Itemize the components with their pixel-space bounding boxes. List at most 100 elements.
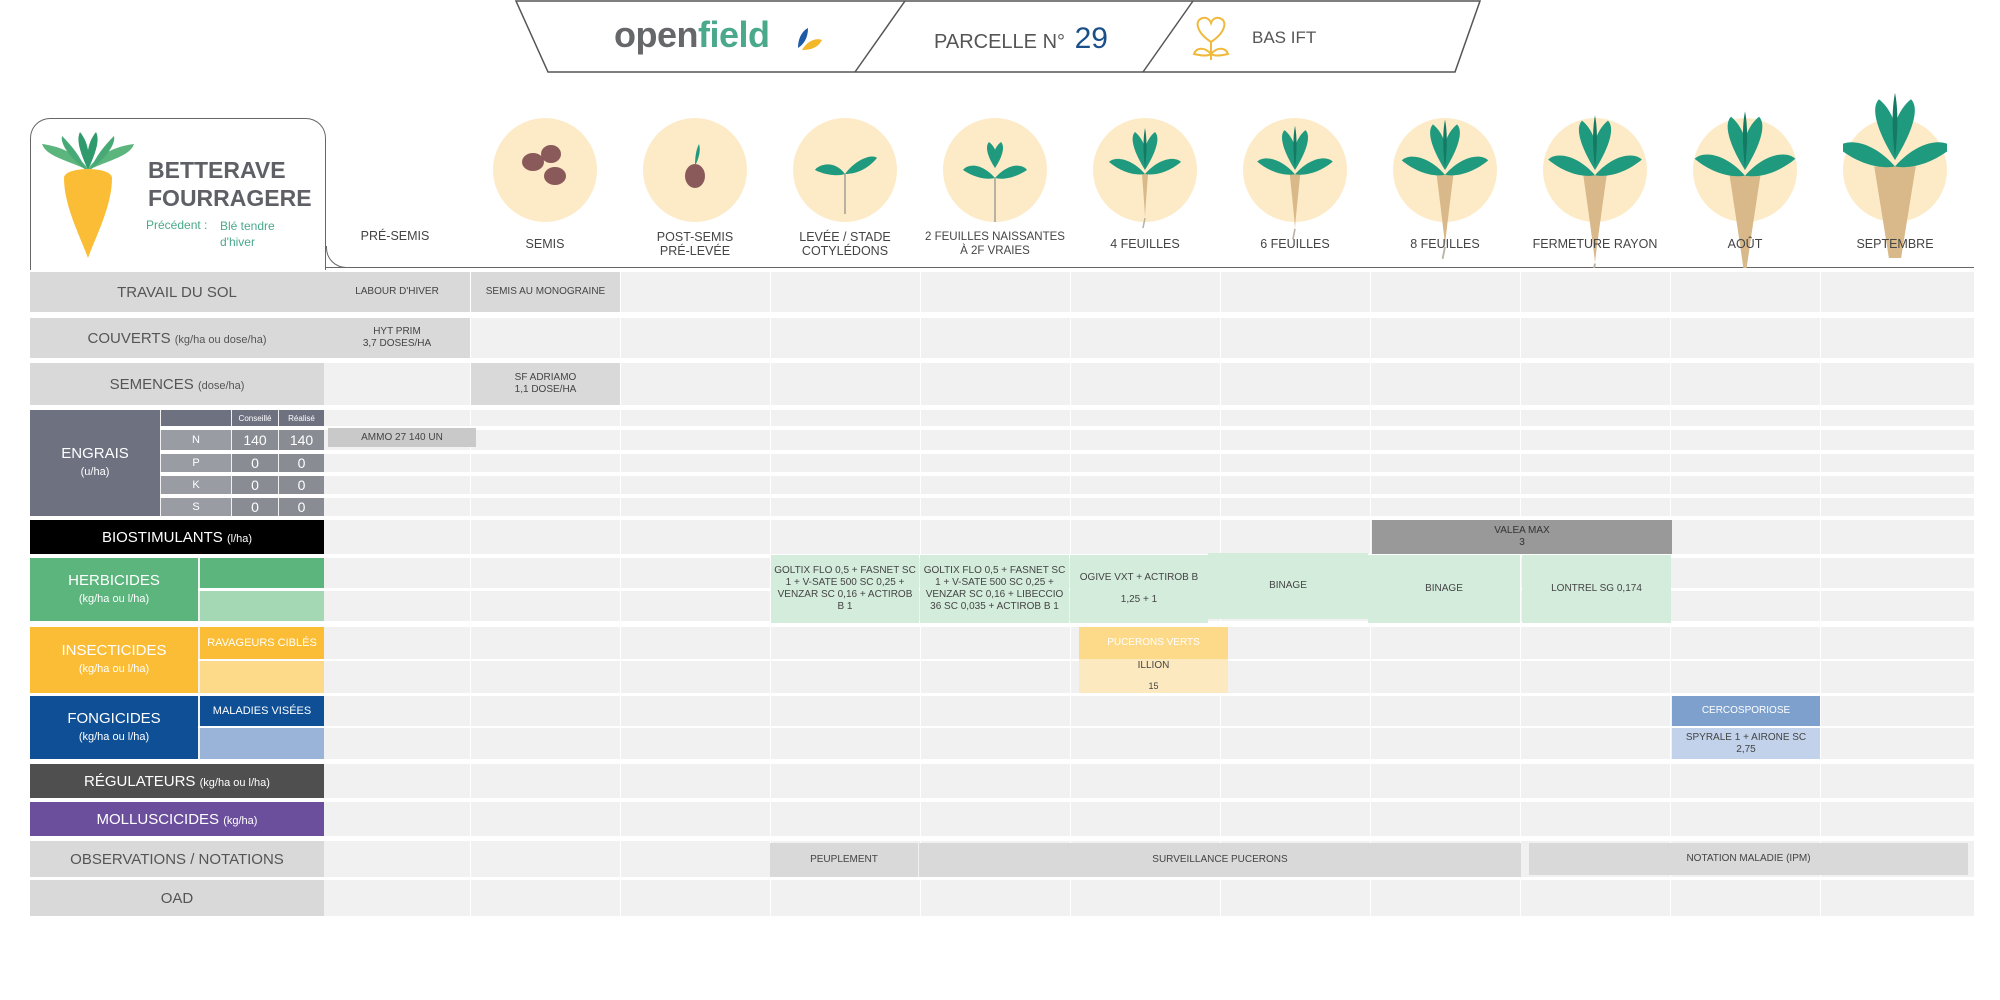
entry-spyrale: SPYRALE 1 + AIRONE SC 2,75 [1672, 728, 1820, 759]
entry-peuplement: PEUPLEMENT [770, 843, 918, 877]
crop-name-line2: FOURRAGERE [148, 185, 312, 211]
engrais-col-realise: Réalisé [279, 410, 324, 426]
herbicides-sub-2 [200, 591, 324, 621]
engrais-nutrient: S [161, 498, 231, 516]
stage-label: 6 FEUILLES [1260, 237, 1330, 251]
engrais-nutrient: N [161, 430, 231, 450]
insecticides-sub-2 [200, 661, 324, 693]
herbicides-sub-1 [200, 558, 324, 588]
label-semences-unit: (dose/ha) [197, 379, 245, 392]
label-oad: OAD [30, 880, 324, 916]
crop-precedent-value: Blé tendre d'hiver [220, 218, 275, 250]
label-insecticides-text: INSECTICIDES [61, 642, 167, 659]
label-molluscicides-text: MOLLUSCICIDES [96, 810, 220, 828]
label-molluscicides-unit: (kg/ha) [223, 814, 258, 827]
stage-label: 8 FEUILLES [1410, 237, 1480, 251]
stage-label: SEPTEMBRE [1856, 237, 1934, 251]
entry-valea-2: 3 [1519, 537, 1525, 548]
label-travail: TRAVAIL DU SOL [30, 272, 324, 312]
precedent-value-line2: d'hiver [220, 235, 255, 249]
entry-cercosporiose: CERCOSPORIOSE [1672, 696, 1820, 726]
fongicides-target-label: MALADIES VISÉES [200, 696, 324, 726]
entry-surveillance: SURVEILLANCE PUCERONS [919, 843, 1521, 877]
label-herbicides-unit: (kg/ha ou l/ha) [78, 592, 150, 605]
plant-stage-icon [1843, 92, 1947, 258]
label-observations-text: OBSERVATIONS / NOTATIONS [70, 850, 284, 868]
engrais-realise: 0 [279, 454, 324, 472]
label-couverts-unit: (kg/ha ou dose/ha) [174, 333, 267, 346]
label-observations: OBSERVATIONS / NOTATIONS [30, 841, 324, 877]
stage-label: PRÉ-SEMIS [360, 229, 430, 243]
engrais-nutrient: P [161, 454, 231, 472]
entry-illion-name: ILLION [1137, 660, 1170, 671]
entry-illion-dose: 15 [1148, 681, 1159, 691]
label-couverts: COUVERTS (kg/ha ou dose/ha) [30, 318, 324, 358]
label-herbicides-text: HERBICIDES [68, 571, 160, 589]
label-insecticides: INSECTICIDES (kg/ha ou l/ha) [30, 627, 198, 693]
stage-label: FERMETURE RAYON [1532, 237, 1658, 251]
entry-semis-mono: SEMIS AU MONOGRAINE [471, 272, 620, 312]
parcel-number: 29 [1074, 22, 1108, 55]
precedent-value-line1: Blé tendre [220, 219, 275, 233]
openfield-logo: openfield [614, 14, 770, 56]
engrais-conseille: 0 [232, 476, 278, 494]
entry-pucerons-verts: PUCERONS VERTS [1079, 627, 1228, 659]
label-regulateurs-unit: (kg/ha ou l/ha) [199, 776, 270, 789]
column-divider [620, 272, 621, 916]
label-fongicides: FONGICIDES (kg/ha ou l/ha) [30, 696, 198, 759]
crop-name-line1: BETTERAVE [148, 157, 286, 183]
entry-sf-adriamo-1: SF ADRIAMO [514, 372, 577, 383]
engrais-conseille: 140 [232, 430, 278, 450]
entry-hyt-prim-1: HYT PRIM [373, 326, 421, 337]
ift-label: BAS IFT [1252, 28, 1317, 47]
openfield-leaf-icon [798, 28, 822, 50]
stage-label: SEMIS [525, 237, 565, 251]
entry-herb-4f-2: 1,25 + 1 [1120, 594, 1158, 605]
label-engrais-text: ENGRAIS [61, 445, 129, 462]
engrais-realise: 0 [279, 498, 324, 516]
label-oad-text: OAD [160, 889, 194, 907]
label-insecticides-unit: (kg/ha ou l/ha) [78, 663, 150, 675]
label-travail-text: TRAVAIL DU SOL [117, 283, 237, 301]
label-biostim-unit: (l/ha) [226, 532, 253, 545]
engrais-conseille: 0 [232, 498, 278, 516]
column-divider [1520, 272, 1521, 916]
engrais-realise: 140 [279, 430, 324, 450]
entry-valea: VALEA MAX 3 [1372, 520, 1672, 554]
entry-herb-4f-1: OGIVE VXT + ACTIROB B [1079, 572, 1199, 583]
entry-lontrel: LONTREL SG 0,174 [1522, 555, 1671, 623]
label-biostim: BIOSTIMULANTS (l/ha) [30, 520, 324, 554]
engrais-col-conseille: Conseillé [232, 410, 278, 426]
entry-herb-2f: GOLTIX FLO 0,5 + FASNET SC 1 + V-SATE 50… [920, 555, 1069, 623]
entry-ammo: AMMO 27 140 UN [328, 428, 476, 447]
engrais-nutrient: K [161, 476, 231, 494]
entry-herb-leve: GOLTIX FLO 0,5 + FASNET SC 1 + V-SATE 50… [771, 555, 919, 623]
logo-field-text: field [698, 14, 770, 55]
entry-notation: NOTATION MALADIE (IPM) [1529, 843, 1968, 875]
label-semences-text: SEMENCES [109, 375, 194, 393]
crop-precedent: Précédent : [146, 218, 207, 233]
entry-herb-4f: OGIVE VXT + ACTIROB B 1,25 + 1 [1070, 555, 1208, 623]
entry-valea-1: VALEA MAX [1494, 525, 1550, 536]
label-regulateurs-text: RÉGULATEURS [84, 772, 196, 790]
engrais-head-blank [161, 410, 231, 426]
crop-name: BETTERAVE FOURRAGERE [148, 156, 312, 212]
column-divider [1820, 272, 1821, 916]
label-engrais-unit: (u/ha) [80, 466, 110, 478]
label-herbicides: HERBICIDES (kg/ha ou l/ha) [30, 558, 198, 621]
entry-sf-adriamo: SF ADRIAMO 1,1 DOSE/HA [471, 363, 620, 405]
stage-label: 4 FEUILLES [1110, 237, 1180, 251]
stage-label: 2 FEUILLES NAISSANTES À 2F VRAIES [925, 231, 1065, 257]
engrais-realise: 0 [279, 476, 324, 494]
label-semences: SEMENCES (dose/ha) [30, 363, 324, 405]
entry-binage-2: BINAGE [1368, 555, 1520, 623]
entry-hyt-prim: HYT PRIM 3,7 DOSES/HA [324, 318, 470, 358]
entry-binage-1: BINAGE [1208, 553, 1368, 619]
label-couverts-text: COUVERTS [87, 329, 171, 347]
precedent-label: Précédent : [146, 218, 208, 232]
logo-open-text: open [614, 14, 699, 55]
stage-label: AOÛT [1727, 237, 1763, 251]
engrais-conseille: 0 [232, 454, 278, 472]
label-biostim-text: BIOSTIMULANTS [101, 528, 223, 546]
stage-label: POST-SEMIS PRÉ-LEVÉE [656, 230, 734, 258]
